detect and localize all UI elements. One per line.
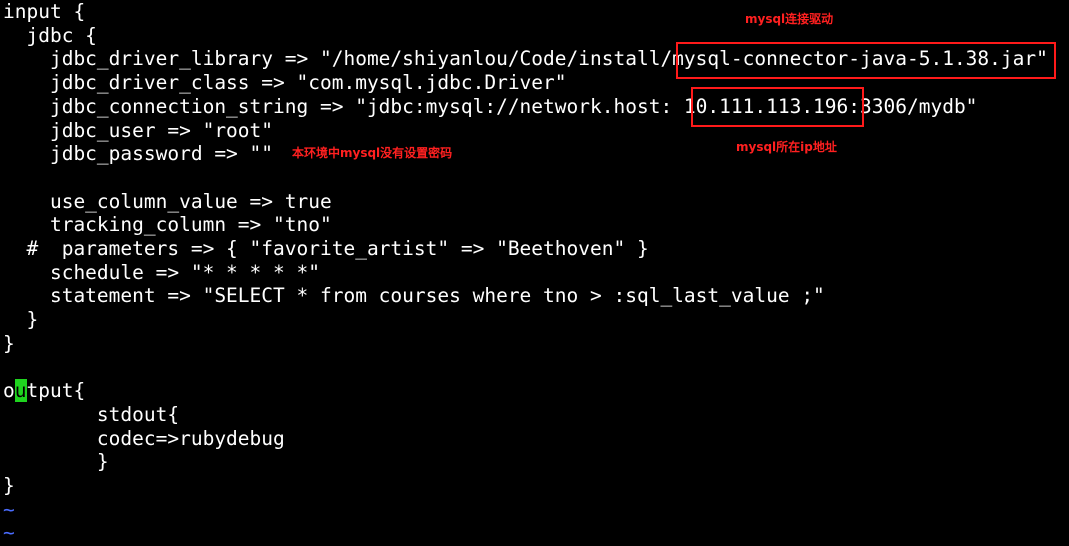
password-annotation: 本环境中mysql没有设置密码 [292, 146, 453, 160]
code-line: use_column_value => true [3, 189, 332, 213]
code-line: jdbc_driver_class => "com.mysql.jdbc.Dri… [3, 71, 567, 95]
empty-line-marker: ~ [3, 521, 15, 545]
code-line: } [3, 474, 15, 497]
code-line: jdbc_user => "root" [3, 118, 274, 142]
code-text: tput{ [26, 379, 86, 403]
code-text: o [3, 379, 15, 403]
code-line: jdbc { [3, 23, 97, 47]
text-cursor: u [14, 379, 27, 403]
empty-line-marker: ~ [3, 497, 15, 521]
jar-highlight-box [676, 42, 1056, 79]
ip-highlight-box [691, 87, 864, 127]
code-line: stdout{ [3, 402, 180, 426]
code-line: } [3, 331, 15, 355]
code-line: } [3, 308, 39, 332]
code-line: codec=>rubydebug [3, 426, 285, 450]
code-line: # parameters => { "favorite_artist" => "… [3, 237, 649, 260]
code-line-with-cursor: output{ [3, 379, 85, 403]
terminal-window[interactable]: input { jdbc { jdbc_driver_library => "/… [0, 0, 1069, 546]
code-line: schedule => "* * * * *" [3, 260, 320, 284]
driver-annotation: mysql连接驱动 [745, 12, 834, 26]
code-line: statement => "SELECT * from courses wher… [3, 284, 825, 308]
code-line: } [3, 450, 109, 474]
code-line: jdbc_password => "" [3, 142, 274, 166]
code-line: tracking_column => "tno" [3, 213, 332, 237]
code-line: input { [3, 0, 86, 23]
ip-annotation: mysql所在ip地址 [736, 140, 837, 154]
